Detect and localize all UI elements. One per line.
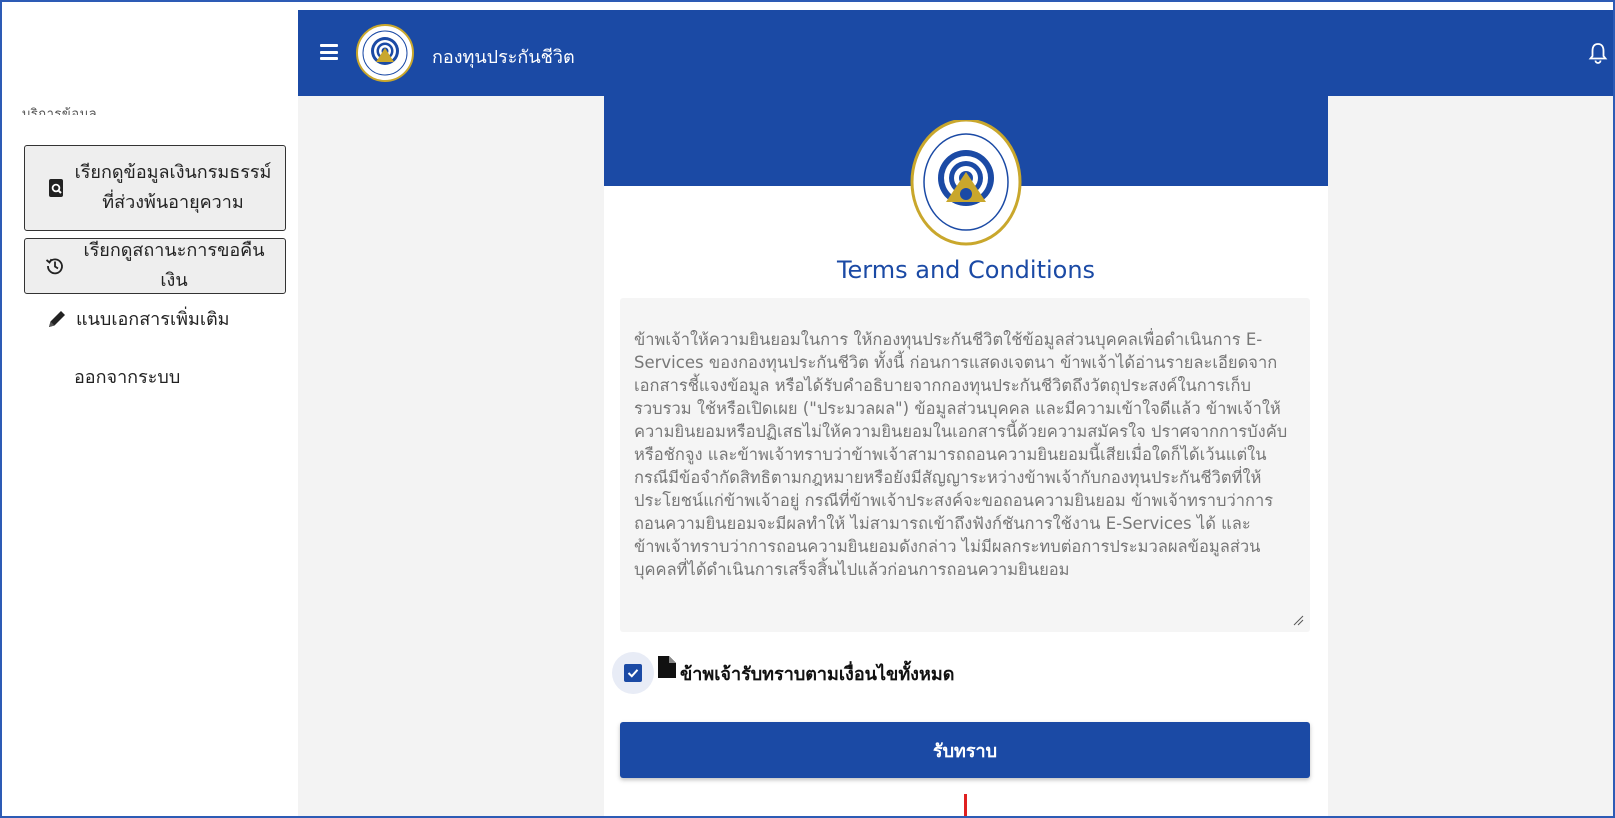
- pencil-icon: [49, 310, 65, 327]
- annotation-marker: [964, 794, 967, 816]
- sidebar-item-label: แนบเอกสารเพิ่มเติม: [76, 309, 230, 330]
- bell-icon[interactable]: [1588, 42, 1608, 64]
- history-icon: [45, 258, 63, 275]
- document-icon: [658, 656, 676, 678]
- terms-text: ข้าพเจ้าให้ความยินยอมในการ ให้กองทุนประก…: [634, 330, 1288, 579]
- sidebar-item-logout[interactable]: ออกจากระบบ: [74, 362, 180, 391]
- checkmark-icon: [624, 664, 642, 682]
- agree-row: ข้าพเจ้ารับทราบตามเงื่อนไขทั้งหมด: [612, 652, 954, 694]
- app-frame: บริการข้อมูล เรียกดูข้อมูลเงินกรมธรรม์ ท…: [0, 0, 1615, 818]
- sidebar-section-heading: บริการข้อมูล: [22, 107, 98, 115]
- agree-label: ข้าพเจ้ารับทราบตามเงื่อนไขทั้งหมด: [680, 663, 955, 685]
- sidebar-item-label: เรียกดูข้อมูลเงินกรมธรรม์ ที่ส่วงพ้นอายุ…: [74, 162, 272, 213]
- accept-button[interactable]: รับทราบ: [620, 722, 1310, 778]
- hamburger-menu-icon[interactable]: [320, 44, 338, 60]
- agree-checkbox[interactable]: [612, 652, 654, 694]
- sidebar-item-policy-lookup[interactable]: เรียกดูข้อมูลเงินกรมธรรม์ ที่ส่วงพ้นอายุ…: [24, 145, 286, 231]
- top-bar: กองทุนประกันชีวิต: [298, 10, 1613, 96]
- terms-textarea[interactable]: ข้าพเจ้าให้ความยินยอมในการ ให้กองทุนประก…: [620, 298, 1310, 632]
- search-document-icon: [49, 179, 63, 197]
- app-title: กองทุนประกันชีวิต: [432, 47, 575, 68]
- terms-card: Terms and Conditions ข้าพเจ้าให้ความยินย…: [604, 96, 1328, 816]
- terms-title: Terms and Conditions: [836, 256, 1096, 284]
- sidebar-item-label: ออกจากระบบ: [74, 367, 181, 388]
- life-insurance-fund-logo: [356, 24, 414, 82]
- sidebar-item-attach-documents[interactable]: แนบเอกสารเพิ่มเติม: [46, 304, 230, 333]
- sidebar: [12, 10, 298, 816]
- resize-handle-icon[interactable]: [1292, 614, 1304, 626]
- life-insurance-fund-logo: [910, 120, 1022, 246]
- sidebar-item-refund-status[interactable]: เรียกดูสถานะการขอคืนเงิน: [24, 238, 286, 294]
- sidebar-item-label: เรียกดูสถานะการขอคืนเงิน: [83, 240, 265, 291]
